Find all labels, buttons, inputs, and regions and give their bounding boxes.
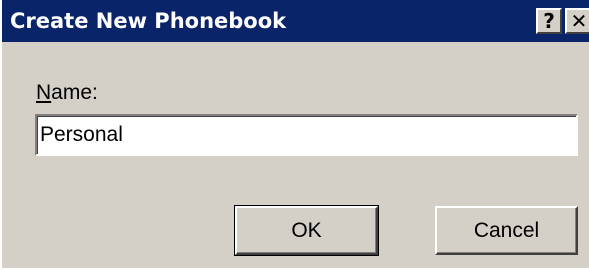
ok-button[interactable]: OK	[234, 205, 379, 256]
close-icon: ✕	[570, 9, 588, 33]
name-label-mnemonic: N	[36, 81, 52, 104]
name-label: Name:	[36, 80, 98, 106]
help-button[interactable]: ?	[536, 8, 562, 34]
window-title: Create New Phonebook	[10, 9, 287, 33]
cancel-button[interactable]: Cancel	[435, 206, 578, 255]
close-button[interactable]: ✕	[565, 8, 589, 34]
name-label-text: ame:	[51, 81, 98, 104]
create-phonebook-dialog: Create New Phonebook ? ✕ Name: OK Cancel	[0, 0, 589, 270]
title-bar[interactable]: Create New Phonebook ? ✕	[2, 0, 589, 42]
name-input[interactable]	[35, 114, 578, 156]
help-icon: ?	[543, 9, 555, 33]
